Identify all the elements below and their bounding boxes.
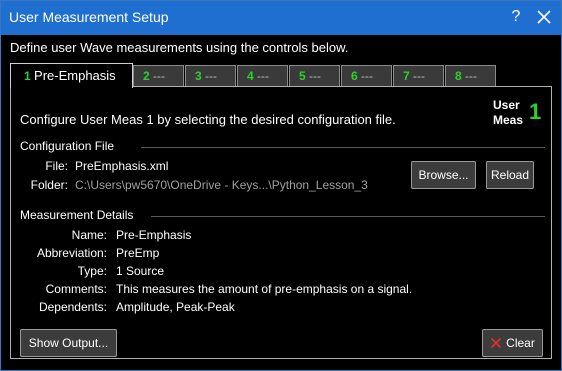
tab-label: ---: [413, 69, 426, 83]
detail-label: Dependents:: [38, 300, 107, 314]
detail-value: Amplitude, Peak-Peak: [116, 300, 235, 314]
tab-label: ---: [153, 69, 166, 83]
tab-6[interactable]: 6 ---: [341, 65, 392, 86]
tab-label: Pre-Emphasis: [34, 68, 116, 83]
detail-value: Pre-Emphasis: [116, 228, 192, 242]
tab-panel: Configure User Meas 1 by selecting the d…: [10, 86, 552, 359]
tab-number: 6: [351, 69, 358, 83]
tab-label: ---: [257, 69, 270, 83]
file-value: PreEmphasis.xml: [75, 159, 169, 173]
config-section-header: Configuration File: [20, 139, 115, 153]
user-meas-label-line2: Meas: [493, 113, 524, 127]
tab-label: ---: [361, 69, 374, 83]
detail-label: Comments:: [45, 282, 107, 296]
tab-label: ---: [205, 69, 218, 83]
details-section-header: Measurement Details: [20, 208, 134, 222]
tab-number: 3: [195, 69, 202, 83]
intro-text: Define user Wave measurements using the …: [10, 40, 349, 55]
tab-label: ---: [465, 69, 478, 83]
close-icon[interactable]: [535, 8, 553, 26]
reload-button[interactable]: Reload: [486, 161, 534, 189]
tab-1[interactable]: 1 Pre-Emphasis: [10, 63, 133, 88]
window-title: User Measurement Setup: [9, 9, 169, 25]
help-icon[interactable]: ?: [506, 6, 526, 28]
show-output-button[interactable]: Show Output...: [20, 329, 117, 357]
user-meas-label: User Meas: [493, 98, 527, 128]
detail-value: PreEmp: [116, 246, 160, 260]
detail-value: This measures the amount of pre-emphasis…: [116, 282, 413, 296]
tab-4[interactable]: 4 ---: [237, 65, 288, 86]
tab-number: 4: [247, 69, 254, 83]
clear-button[interactable]: Clear: [482, 329, 543, 357]
detail-label: Abbreviation:: [36, 246, 107, 260]
detail-label: Name:: [71, 228, 107, 242]
tab-number: 7: [403, 69, 410, 83]
config-section-divider: [141, 147, 545, 148]
title-bar: User Measurement Setup ?: [1, 1, 561, 35]
detail-value: 1 Source: [116, 264, 165, 278]
tab-label: ---: [309, 69, 322, 83]
details-section-divider: [151, 216, 545, 217]
tab-2[interactable]: 2 ---: [133, 65, 184, 86]
detail-label: Type:: [77, 264, 107, 278]
tab-3[interactable]: 3 ---: [185, 65, 236, 86]
tab-number: 2: [143, 69, 150, 83]
clear-button-label: Clear: [506, 336, 535, 350]
folder-value: C:\Users\pw5670\OneDrive - Keys...\Pytho…: [75, 178, 368, 192]
tab-number: 1: [24, 69, 31, 83]
tab-8[interactable]: 8 ---: [445, 65, 496, 86]
dialog-window: User Measurement Setup ? Define user Wav…: [0, 0, 562, 371]
file-label: File:: [45, 159, 68, 173]
config-instructions: Configure User Meas 1 by selecting the d…: [20, 112, 396, 127]
user-meas-number: 1: [529, 99, 542, 124]
tab-5[interactable]: 5 ---: [289, 65, 340, 86]
clear-x-icon: [491, 337, 502, 349]
tab-number: 5: [299, 69, 306, 83]
tab-7[interactable]: 7 ---: [393, 65, 444, 86]
folder-label: Folder:: [30, 178, 68, 192]
tab-number: 8: [455, 69, 462, 83]
user-meas-label-line1: User: [493, 98, 520, 112]
browse-button[interactable]: Browse...: [411, 161, 476, 189]
